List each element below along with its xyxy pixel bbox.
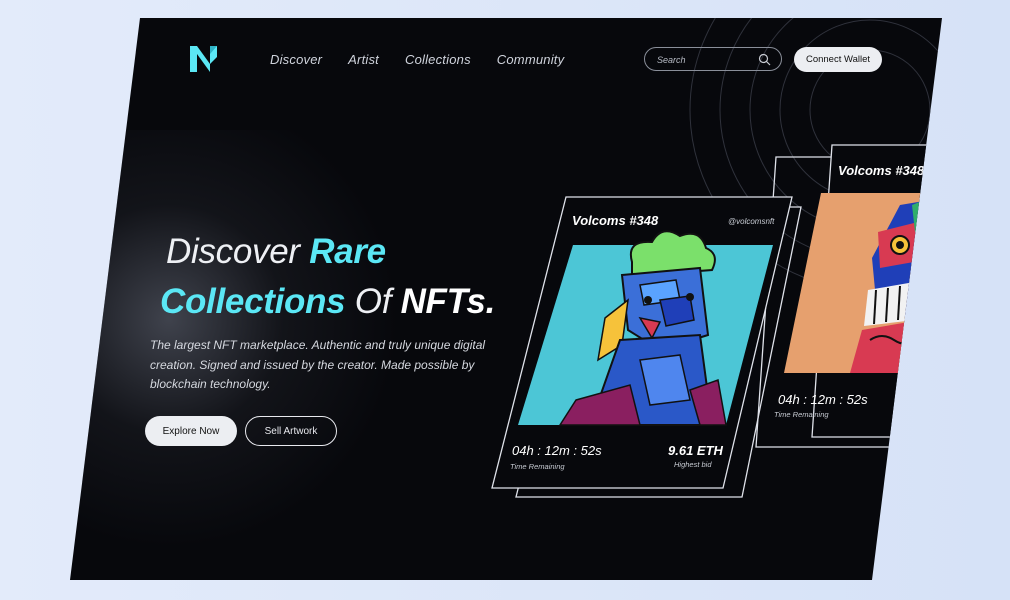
card-2-timer-label: Time Remaining [774, 410, 829, 419]
card-1-timer: 04h : 12m : 52s [512, 443, 602, 458]
card-2-timer: 04h : 12m : 52s [778, 392, 868, 407]
card-2-title: Volcoms #348 [838, 163, 925, 178]
nft-card-1[interactable] [0, 0, 1010, 600]
website-screen: Discover Artist Collections Community Co… [0, 0, 1010, 600]
card-1-timer-label: Time Remaining [510, 462, 565, 471]
card-1-handle: @volcomsnft [728, 217, 775, 226]
card-1-price-label: Highest bid [674, 460, 712, 469]
card-1-title: Volcoms #348 [572, 213, 659, 228]
card-1-price: 9.61 ETH [668, 443, 723, 458]
